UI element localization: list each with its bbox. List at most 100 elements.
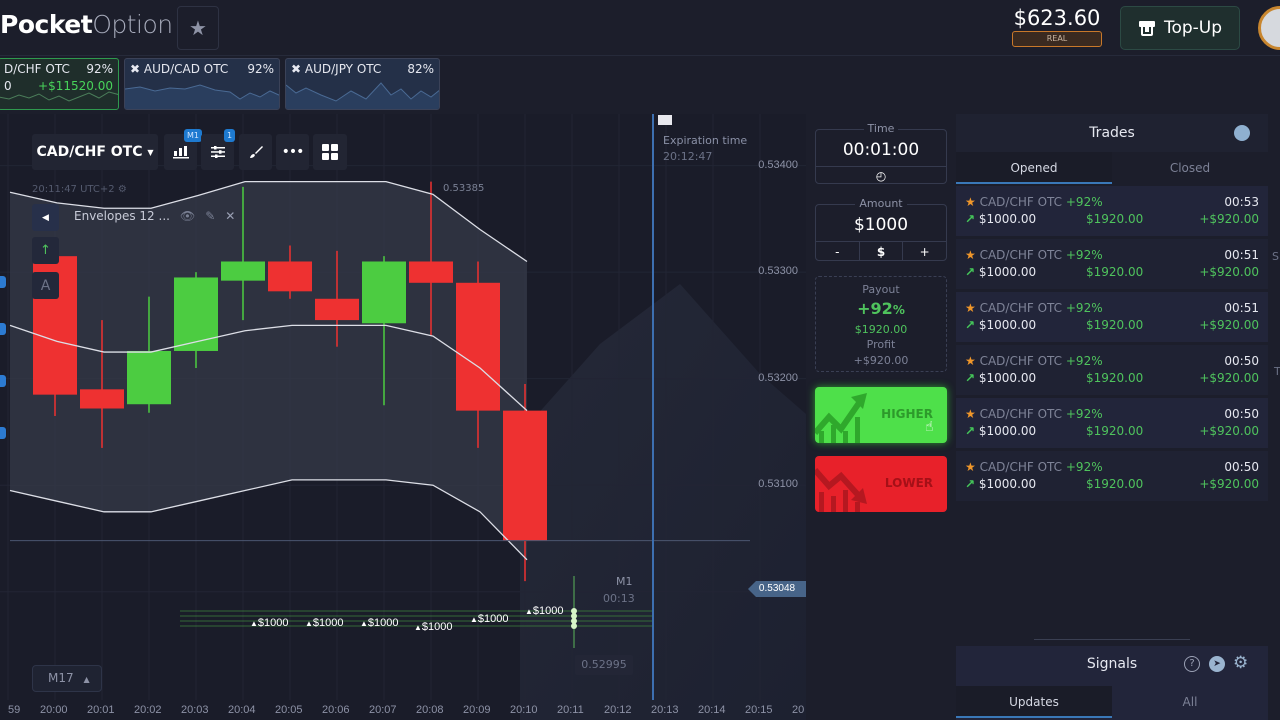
price-tick-label: 0.53100	[758, 478, 798, 491]
currency-button[interactable]: $	[860, 242, 904, 261]
trade-total: $1920.00	[1086, 265, 1144, 279]
amount-minus-button[interactable]: -	[816, 242, 860, 261]
time-value[interactable]: 00:01:00	[816, 140, 946, 160]
trade-row[interactable]: ★ CAD/CHF OTC +92% ↗ $1000.00 $1920.00 00:5…	[956, 239, 1268, 289]
logo[interactable]: PocketOption	[0, 10, 173, 39]
asset-selector[interactable]: CAD/CHF OTC ▼	[32, 134, 158, 170]
avatar[interactable]	[1258, 6, 1280, 50]
chart-type-button[interactable]: M1	[164, 129, 202, 170]
drawing-button[interactable]	[239, 134, 272, 170]
asset-tab-aud-jpy[interactable]: ✖ AUD/JPY OTC 82%	[285, 58, 440, 110]
tab-opened[interactable]: Opened	[956, 152, 1112, 184]
candle-body	[315, 298, 359, 321]
trend-down-icon	[815, 468, 867, 512]
trade-controls: Time 00:01:00 ◴ Amount $1000 - $ + Payou…	[806, 114, 956, 720]
time-field[interactable]: Time 00:01:00 ◴	[815, 122, 947, 184]
star-icon: ★	[965, 354, 976, 368]
trade-row[interactable]: ★ CAD/CHF OTC +92% ↗ $1000.00 $1920.00 00:5…	[956, 186, 1268, 236]
favorites-button[interactable]: ★	[177, 6, 219, 50]
signals-panel: Signals ? ➤ ⚙ Updates All	[956, 646, 1268, 720]
signals-tabs: Updates All	[956, 686, 1268, 718]
trade-row[interactable]: ★ CAD/CHF OTC +92% ↗ $1000.00 $1920.00 00:5…	[956, 292, 1268, 342]
chart-area[interactable]: 20:11:47 UTC+2 ⚙ 0.53385 Expiration time…	[0, 114, 806, 720]
chart-type-badge: M1	[184, 129, 202, 142]
close-icon[interactable]: ✖	[291, 62, 301, 76]
trade-marker[interactable]: ▲$1000	[470, 613, 509, 625]
envelope-top-value: 0.53385	[443, 183, 485, 194]
trade-asset: ★ CAD/CHF OTC +92%	[965, 301, 1103, 315]
amount-plus-button[interactable]: +	[903, 242, 946, 261]
layout-button[interactable]	[313, 134, 347, 170]
candles-icon	[172, 146, 189, 159]
topup-button[interactable]: Top-Up	[1120, 6, 1240, 50]
indicator-name[interactable]: Envelopes 12 ...	[74, 209, 170, 223]
tab-updates[interactable]: Updates	[956, 686, 1112, 718]
edge-tab[interactable]	[0, 323, 6, 335]
time-tick-label: 20:08	[416, 704, 444, 716]
more-button[interactable]: •••	[276, 134, 309, 170]
edit-icon[interactable]: ✎	[205, 209, 215, 223]
settings-gear-icon[interactable]: ⚙	[1233, 653, 1248, 673]
arrow-up-right-icon: ↗	[965, 318, 976, 332]
settings-gear-icon[interactable]: ⚙	[118, 184, 127, 195]
candle-body	[221, 261, 265, 281]
trade-marker[interactable]: ▲$1000	[414, 621, 453, 633]
time-tick-label: 20:13	[651, 704, 679, 716]
lower-button[interactable]: LOWER	[815, 456, 947, 512]
trade-marker[interactable]: ▲$1000	[525, 605, 564, 617]
tab-all[interactable]: All	[1112, 686, 1268, 718]
higher-button[interactable]: HIGHER ☝	[815, 387, 947, 443]
indicators-button[interactable]: 1	[201, 129, 236, 170]
zoom-selector[interactable]: M17 ▲	[32, 665, 102, 692]
asset-sparkline	[0, 91, 118, 102]
edge-tab[interactable]	[0, 276, 6, 288]
trade-row[interactable]: ★ CAD/CHF OTC +92% ↗ $1000.00 $1920.00 00:5…	[956, 345, 1268, 395]
trade-row[interactable]: ★ CAD/CHF OTC +92% ↗ $1000.00 $1920.00 00:5…	[956, 451, 1268, 501]
arrow-up-right-icon: ↗	[965, 477, 976, 491]
trade-marker[interactable]: ▲$1000	[305, 617, 344, 629]
eye-icon[interactable]: 👁	[180, 209, 195, 223]
text-tool[interactable]: A	[32, 272, 59, 299]
list-icon[interactable]	[1234, 125, 1250, 141]
amount-field[interactable]: Amount $1000 - $ +	[815, 197, 947, 261]
trade-amount: ↗ $1000.00	[965, 477, 1037, 491]
logo-light: Option	[92, 10, 173, 39]
price-chart[interactable]	[0, 114, 806, 720]
time-tick-label: 20:04	[228, 704, 256, 716]
star-icon: ★	[965, 301, 976, 315]
trade-asset: ★ CAD/CHF OTC +92%	[965, 460, 1103, 474]
collapse-indicators-button[interactable]: ◀	[32, 204, 59, 231]
time-picker-button[interactable]: ◴	[816, 166, 946, 184]
balance-widget[interactable]: $623.60 REAL	[1012, 6, 1102, 47]
asset-tab-aud-cad[interactable]: ✖ AUD/CAD OTC 92%	[124, 58, 280, 110]
close-icon[interactable]: ✖	[130, 62, 140, 76]
asset-tab-cad-chf[interactable]: D/CHF OTC 92% 0 +$11520.00	[0, 58, 119, 110]
trade-marker[interactable]: ▲$1000	[360, 617, 399, 629]
trade-marker[interactable]: ▲$1000	[250, 617, 289, 629]
candle-body	[80, 389, 124, 409]
telegram-icon[interactable]: ➤	[1209, 656, 1225, 672]
lower-label: LOWER	[884, 476, 933, 490]
edge-tab[interactable]	[0, 427, 6, 439]
chevron-left-icon: ◀	[42, 212, 49, 223]
candle-body	[503, 410, 547, 541]
asset-tab-name: D/CHF OTC	[4, 62, 70, 76]
edge-label: S	[1272, 250, 1279, 263]
asset-tab-payout: 82%	[407, 62, 434, 76]
tab-closed[interactable]: Closed	[1112, 152, 1268, 184]
account-type-badge: REAL	[1012, 31, 1102, 47]
trend-arrow-tool[interactable]: ↑	[32, 237, 59, 264]
time-tick-label: 20:10	[510, 704, 538, 716]
amount-value[interactable]: $1000	[816, 215, 946, 235]
price-tick-label: 0.53400	[758, 158, 798, 171]
star-icon: ★	[965, 248, 976, 262]
star-icon: ★	[965, 460, 976, 474]
trade-asset: ★ CAD/CHF OTC +92%	[965, 248, 1103, 262]
edge-tab[interactable]	[0, 375, 6, 387]
trend-up-icon	[815, 393, 867, 443]
trade-row[interactable]: ★ CAD/CHF OTC +92% ↗ $1000.00 $1920.00 00:5…	[956, 398, 1268, 448]
trade-profit: +$920.00	[1199, 371, 1259, 385]
help-icon[interactable]: ?	[1184, 656, 1200, 672]
arrow-up-right-icon: ↗	[965, 265, 976, 279]
close-icon[interactable]: ✕	[225, 209, 235, 223]
